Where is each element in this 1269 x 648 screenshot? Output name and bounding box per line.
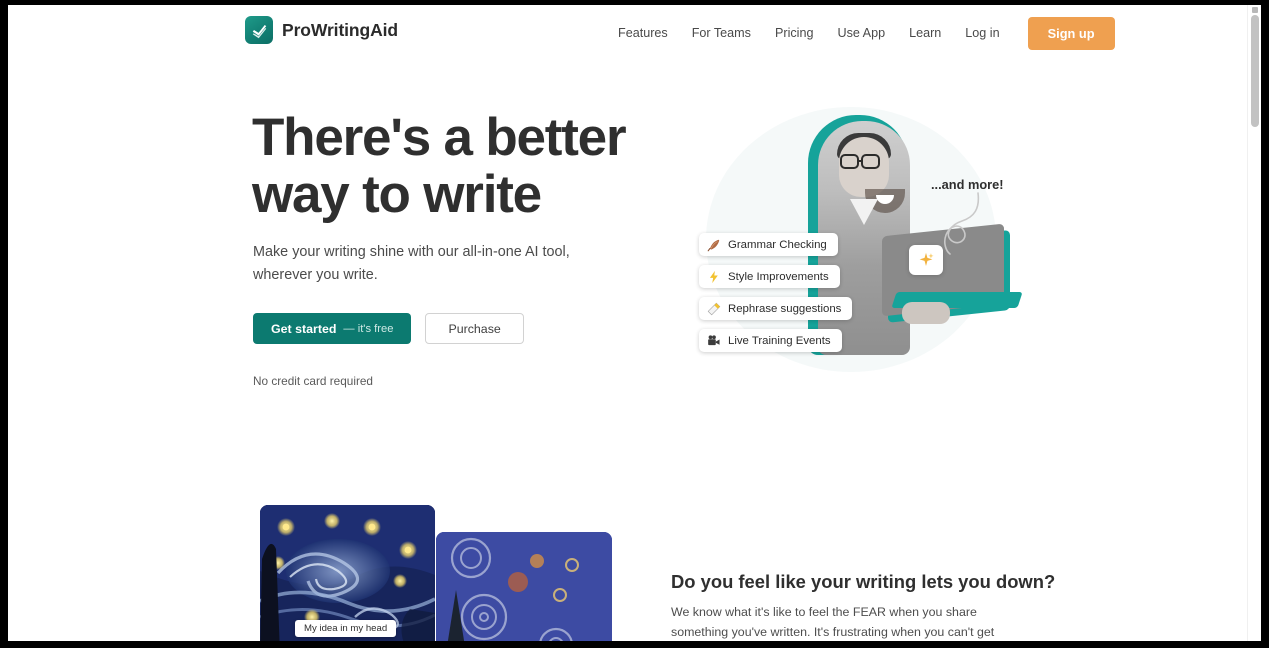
hero-cta-row: Get started — it's free Purchase	[253, 313, 524, 344]
lightning-bolt-icon	[706, 269, 721, 284]
simplified-painting-card	[436, 532, 612, 641]
quill-pen-icon	[706, 237, 721, 252]
scrollbar-cap	[1252, 7, 1258, 13]
feature-card-label: Grammar Checking	[728, 238, 827, 251]
no-credit-card-note: No credit card required	[253, 374, 373, 388]
and-more-annotation: ...and more!	[931, 177, 1004, 192]
eyeglasses-right-lens	[861, 154, 880, 169]
feature-card-list: Grammar Checking Style Improvements Reph…	[699, 233, 853, 352]
video-camera-icon	[706, 333, 721, 348]
main-navigation: Features For Teams Pricing Use App Learn…	[606, 5, 1115, 61]
eyeglasses-bridge	[859, 160, 862, 163]
feature-card-live-training-events[interactable]: Live Training Events	[699, 329, 842, 352]
get-started-sublabel: — it's free	[343, 322, 394, 335]
get-started-button[interactable]: Get started — it's free	[253, 313, 412, 344]
hero-subheading: Make your writing shine with our all-in-…	[253, 244, 570, 283]
nav-item-log-in[interactable]: Log in	[953, 26, 1011, 40]
feature-card-label: Style Improvements	[728, 270, 829, 283]
nav-item-learn[interactable]: Learn	[897, 26, 953, 40]
eyeglasses-left-lens	[840, 154, 859, 169]
feature-card-rephrase-suggestions[interactable]: Rephrase suggestions	[699, 297, 853, 320]
nav-item-for-teams[interactable]: For Teams	[680, 26, 763, 40]
magic-wand-icon	[706, 301, 721, 316]
website-content: ProWritingAid Features For Teams Pricing…	[8, 5, 1247, 641]
site-header: ProWritingAid Features For Teams Pricing…	[8, 5, 1247, 61]
purchase-button[interactable]: Purchase	[425, 313, 524, 344]
idea-caption-label: My idea in my head	[295, 620, 397, 637]
brand-name: ProWritingAid	[282, 19, 399, 40]
hands-shape	[902, 302, 950, 324]
brand-logo[interactable]: ProWritingAid	[245, 16, 398, 44]
scrollbar-thumb[interactable]	[1251, 15, 1259, 127]
nav-item-pricing[interactable]: Pricing	[763, 26, 826, 40]
nav-item-use-app[interactable]: Use App	[825, 26, 897, 40]
simplified-painting-art	[436, 532, 612, 641]
feature-card-label: Live Training Events	[728, 334, 831, 347]
sign-up-button[interactable]: Sign up	[1027, 16, 1115, 50]
hero-illustration: ...and more! Grammar Checking Style Impr…	[676, 97, 1026, 397]
sparkle-icon	[919, 252, 934, 266]
feature-card-style-improvements[interactable]: Style Improvements	[699, 265, 840, 288]
section-heading: Do you feel like your writing lets you d…	[671, 571, 1056, 592]
prowritingaid-logo-icon	[245, 16, 273, 44]
hero-heading: There's a better way to write	[252, 108, 627, 224]
nav-item-features[interactable]: Features	[606, 26, 680, 40]
page-viewport: ProWritingAid Features For Teams Pricing…	[8, 5, 1261, 641]
browser-window-frame: ProWritingAid Features For Teams Pricing…	[0, 0, 1269, 648]
get-started-label: Get started	[271, 321, 337, 336]
feature-card-grammar-checking[interactable]: Grammar Checking	[699, 233, 838, 256]
vertical-scrollbar[interactable]	[1247, 5, 1261, 641]
curly-arrow-icon	[943, 192, 980, 255]
feature-card-label: Rephrase suggestions	[728, 302, 842, 315]
section-body-text: We know what it's like to feel the FEAR …	[671, 605, 995, 639]
shirt-collar	[850, 199, 878, 225]
